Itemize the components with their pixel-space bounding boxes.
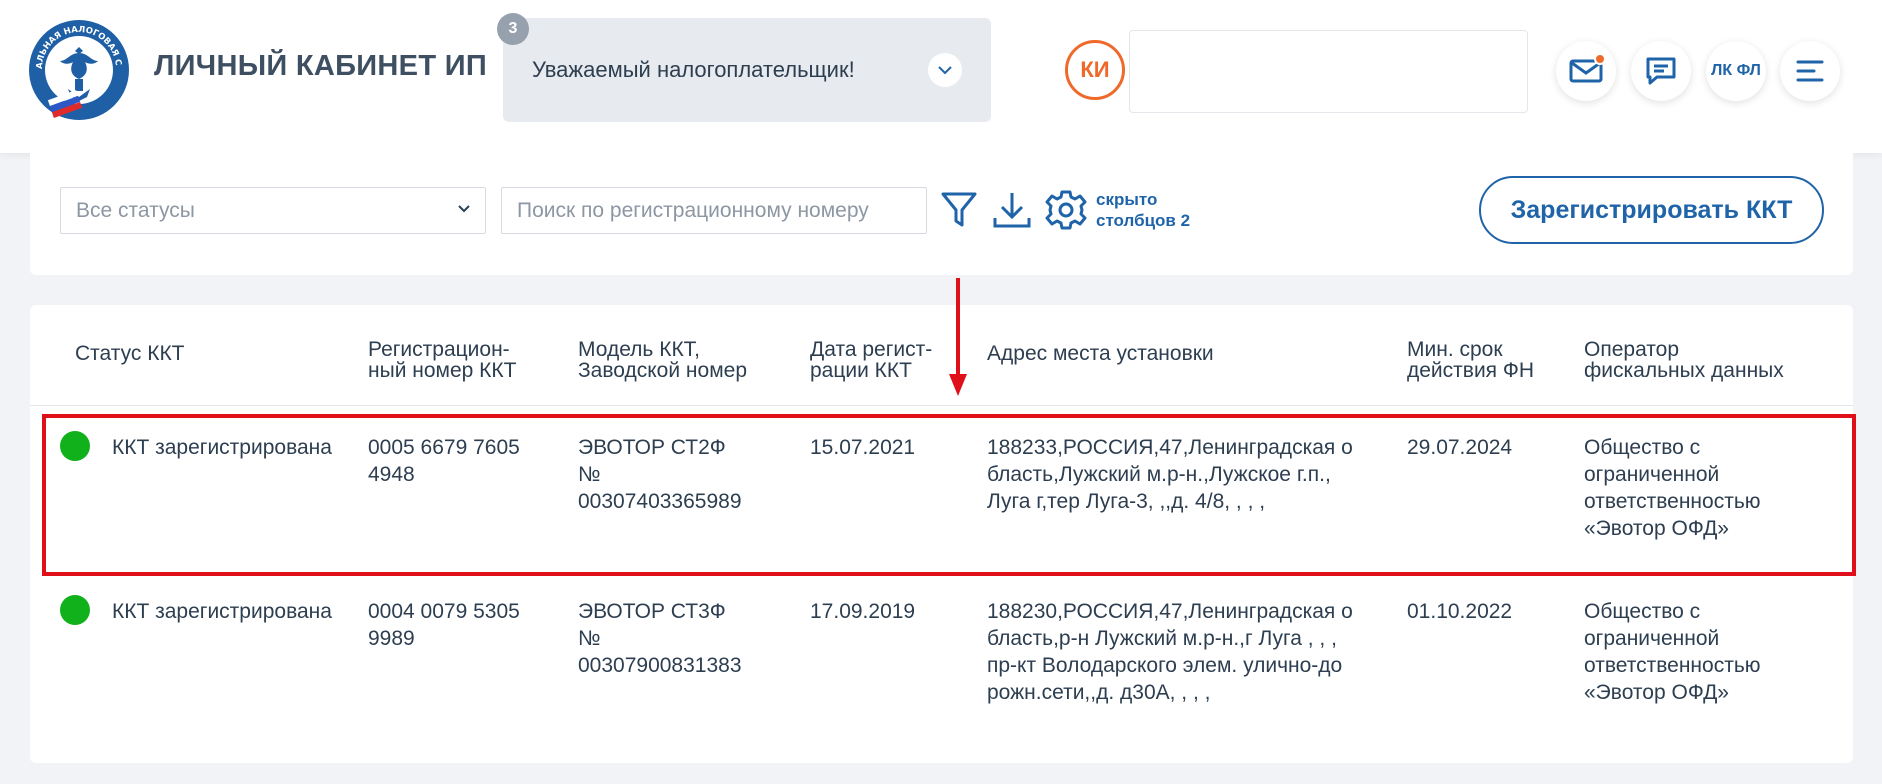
status-filter-select[interactable]: Все статусы: [60, 187, 486, 234]
cell-reg-number: 0005 6679 7605 4948: [368, 436, 520, 486]
column-header-reg-date[interactable]: Дата регист- рации ККТ: [810, 339, 932, 381]
unread-indicator: [1594, 53, 1606, 65]
chevron-down-icon: [458, 205, 470, 213]
column-settings-button[interactable]: [1044, 188, 1088, 232]
messages-button[interactable]: [1631, 41, 1691, 101]
chevron-down-icon: [938, 65, 952, 74]
cell-status: ККТ зарегистрирована: [112, 436, 332, 459]
cell-fn-expiry: 01.10.2022: [1407, 600, 1513, 623]
annotation-arrow-shaft: [956, 278, 960, 378]
cell-reg-number: 0004 0079 5305 9989: [368, 600, 520, 650]
annotation-arrow-head: [949, 374, 967, 396]
cell-address: 188233,РОССИЯ,47,Ленинградская о бласть,…: [987, 436, 1353, 513]
user-name-box[interactable]: [1129, 30, 1528, 113]
notification-expand-button[interactable]: [928, 53, 962, 87]
register-kkt-button[interactable]: Зарегистрировать ККТ: [1479, 176, 1824, 244]
menu-icon: [1796, 60, 1824, 82]
status-indicator-dot: [60, 595, 90, 625]
cell-model: ЭВОТОР СТ2Ф № 00307403365989: [578, 436, 742, 513]
download-button[interactable]: [990, 188, 1034, 232]
cell-ofd: Общество с ограниченной ответственностью…: [1584, 600, 1761, 704]
cell-address: 188230,РОССИЯ,47,Ленинградская о бласть,…: [987, 600, 1353, 704]
notification-text: Уважаемый налогоплательщик!: [532, 57, 855, 82]
lk-fl-button[interactable]: ЛК ФЛ: [1706, 41, 1766, 101]
fns-logo[interactable]: ФЕДЕРАЛЬНАЯ НАЛОГОВАЯ СЛУЖБА: [23, 10, 130, 123]
filter-button[interactable]: [937, 188, 981, 232]
column-header-status[interactable]: Статус ККТ: [75, 343, 185, 364]
table-row[interactable]: ККТ зарегистрирована 0004 0079 5305 9989…: [30, 578, 1853, 763]
column-header-fn-expiry[interactable]: Мин. срок действия ФН: [1407, 339, 1534, 381]
hidden-columns-indicator[interactable]: скрыто столбцов 2: [1096, 189, 1190, 231]
chat-icon: [1646, 57, 1676, 85]
page-title: ЛИЧНЫЙ КАБИНЕТ ИП: [154, 50, 487, 82]
table-row[interactable]: ККТ зарегистрирована 0005 6679 7605 4948…: [30, 406, 1853, 578]
column-header-ofd[interactable]: Оператор фискальных данных: [1584, 339, 1784, 381]
cell-status: ККТ зарегистрирована: [112, 600, 332, 623]
cell-ofd: Общество с ограниченной ответственностью…: [1584, 436, 1761, 540]
filter-icon: [941, 192, 977, 227]
notification-count-badge: 3: [497, 13, 529, 45]
column-header-address[interactable]: Адрес места установки: [987, 343, 1214, 364]
cell-reg-date: 17.09.2019: [810, 600, 916, 623]
mail-button[interactable]: [1556, 41, 1616, 101]
gear-icon: [1045, 190, 1087, 230]
cell-model: ЭВОТОР СТ3Ф № 00307900831383: [578, 600, 742, 677]
column-header-model[interactable]: Модель ККТ, Заводской номер: [578, 339, 747, 381]
cell-fn-expiry: 29.07.2024: [1407, 436, 1513, 459]
cell-reg-date: 15.07.2021: [810, 436, 916, 459]
download-icon: [993, 193, 1031, 228]
status-filter-value: Все статусы: [76, 199, 195, 222]
user-avatar[interactable]: КИ: [1065, 40, 1125, 100]
registration-number-search-input[interactable]: [501, 187, 927, 234]
status-indicator-dot: [60, 431, 90, 461]
column-header-reg-number[interactable]: Регистрацион- ный номер ККТ: [368, 339, 516, 381]
menu-button[interactable]: [1780, 41, 1840, 101]
